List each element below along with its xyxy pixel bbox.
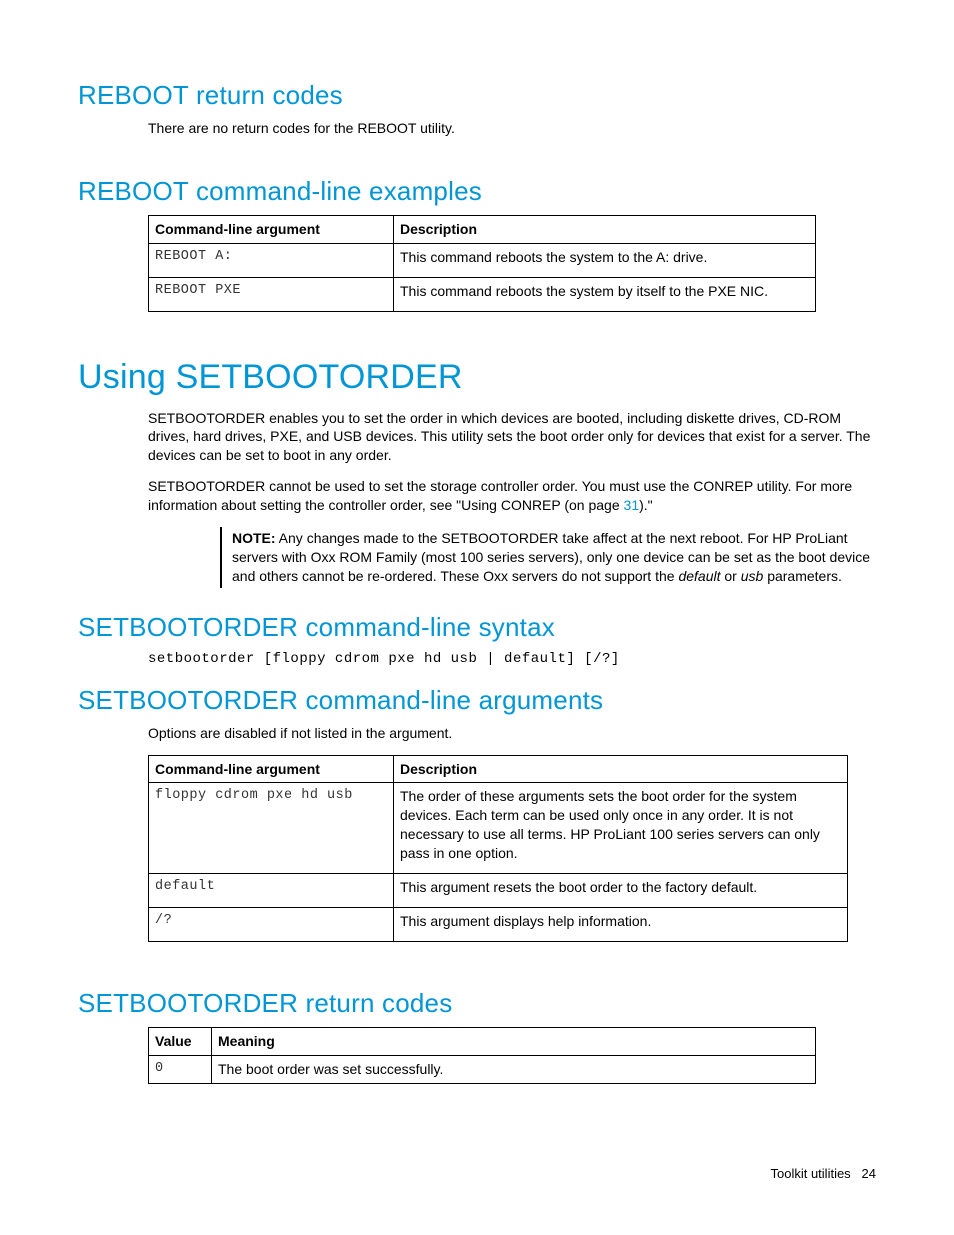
heading-sbo-syntax: SETBOOTORDER command-line syntax xyxy=(78,612,876,643)
cell-value: 0 xyxy=(149,1055,212,1083)
note-box: NOTE: Any changes made to the SETBOOTORD… xyxy=(220,527,876,588)
note-italic-usb: usb xyxy=(741,568,764,584)
th-desc: Description xyxy=(394,215,816,243)
cell-desc: This argument resets the boot order to t… xyxy=(394,874,848,908)
table-sbo-return: Value Meaning 0 The boot order was set s… xyxy=(148,1027,816,1084)
cell-arg: REBOOT A: xyxy=(149,243,394,277)
note-italic-default: default xyxy=(678,568,720,584)
cell-arg: REBOOT PXE xyxy=(149,277,394,311)
table-sbo-args: Command-line argument Description floppy… xyxy=(148,755,848,942)
cell-arg: /? xyxy=(149,907,394,941)
footer-page-number: 24 xyxy=(862,1166,876,1181)
link-page-ref[interactable]: 31 xyxy=(624,497,640,513)
footer-section: Toolkit utilities xyxy=(770,1166,850,1181)
text-reboot-codes-body: There are no return codes for the REBOOT… xyxy=(148,119,876,138)
cell-desc: This argument displays help information. xyxy=(394,907,848,941)
th-arg: Command-line argument xyxy=(149,755,394,783)
heading-reboot-return-codes: REBOOT return codes xyxy=(78,80,876,111)
table-row: REBOOT PXE This command reboots the syst… xyxy=(149,277,816,311)
cell-desc: The order of these arguments sets the bo… xyxy=(394,783,848,874)
cell-meaning: The boot order was set successfully. xyxy=(212,1055,816,1083)
page: REBOOT return codes There are no return … xyxy=(0,0,954,1235)
table-row: /? This argument displays help informati… xyxy=(149,907,848,941)
table-row: floppy cdrom pxe hd usb The order of the… xyxy=(149,783,848,874)
text-sbo-args-intro: Options are disabled if not listed in th… xyxy=(148,724,876,743)
cell-arg: default xyxy=(149,874,394,908)
note-label: NOTE: xyxy=(232,530,276,546)
code-sbo-syntax: setbootorder [floppy cdrom pxe hd usb | … xyxy=(148,651,876,667)
th-meaning: Meaning xyxy=(212,1027,816,1055)
text-sbo-p1: SETBOOTORDER enables you to set the orde… xyxy=(148,409,876,466)
heading-sbo-args: SETBOOTORDER command-line arguments xyxy=(78,685,876,716)
th-arg: Command-line argument xyxy=(149,215,394,243)
heading-sbo-return: SETBOOTORDER return codes xyxy=(78,988,876,1019)
text-sbo-p2: SETBOOTORDER cannot be used to set the s… xyxy=(148,477,876,515)
table-reboot-examples: Command-line argument Description REBOOT… xyxy=(148,215,816,312)
cell-arg: floppy cdrom pxe hd usb xyxy=(149,783,394,874)
heading-using-setbootorder: Using SETBOOTORDER xyxy=(78,358,876,397)
page-footer: Toolkit utilities 24 xyxy=(770,1166,876,1181)
table-row: REBOOT A: This command reboots the syste… xyxy=(149,243,816,277)
th-desc: Description xyxy=(394,755,848,783)
heading-reboot-examples: REBOOT command-line examples xyxy=(78,176,876,207)
cell-desc: This command reboots the system by itsel… xyxy=(394,277,816,311)
cell-desc: This command reboots the system to the A… xyxy=(394,243,816,277)
th-value: Value xyxy=(149,1027,212,1055)
table-row: default This argument resets the boot or… xyxy=(149,874,848,908)
table-row: 0 The boot order was set successfully. xyxy=(149,1055,816,1083)
